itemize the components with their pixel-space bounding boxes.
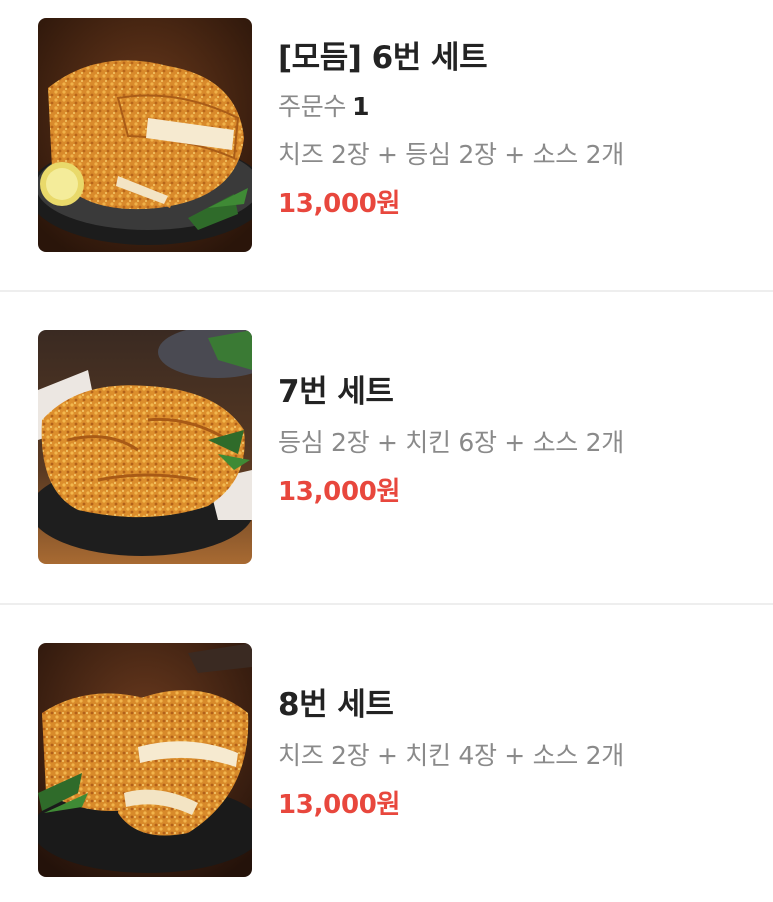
menu-item-image bbox=[38, 643, 252, 877]
order-count-value: 1 bbox=[352, 92, 370, 121]
menu-item-title: 8번 세트 bbox=[278, 687, 394, 723]
fried-cutlet-image bbox=[38, 330, 252, 564]
menu-item-image bbox=[38, 330, 252, 564]
menu-item-info: 8번 세트 치즈 2장 + 치킨 4장 + 소스 2개 13,000원 bbox=[278, 685, 761, 823]
fried-cutlet-image bbox=[38, 643, 252, 877]
menu-item-set-7[interactable]: 7번 세트 등심 2장 + 치킨 6장 + 소스 2개 13,000원 bbox=[0, 292, 773, 603]
menu-item-description: 치즈 2장 + 치킨 4장 + 소스 2개 bbox=[278, 741, 624, 770]
menu-item-image bbox=[38, 18, 252, 252]
menu-item-description: 치즈 2장 + 등심 2장 + 소스 2개 bbox=[278, 140, 624, 169]
menu-item-set-8[interactable]: 8번 세트 치즈 2장 + 치킨 4장 + 소스 2개 13,000원 bbox=[0, 605, 773, 902]
fried-cutlet-image bbox=[38, 18, 252, 252]
menu-list: [모듬] 6번 세트 주문수 1 치즈 2장 + 등심 2장 + 소스 2개 13… bbox=[0, 0, 773, 902]
order-count-label: 주문수 bbox=[278, 92, 347, 121]
menu-item-info: 7번 세트 등심 2장 + 치킨 6장 + 소스 2개 13,000원 bbox=[278, 372, 761, 510]
menu-item-price: 13,000원 bbox=[278, 477, 401, 507]
order-count-row: 주문수 1 bbox=[278, 90, 761, 124]
menu-item-price: 13,000원 bbox=[278, 790, 401, 820]
menu-item-price: 13,000원 bbox=[278, 189, 401, 219]
menu-item-title: [모듬] 6번 세트 bbox=[278, 40, 488, 76]
menu-item-info: [모듬] 6번 세트 주문수 1 치즈 2장 + 등심 2장 + 소스 2개 13… bbox=[278, 38, 761, 222]
menu-item-title: 7번 세트 bbox=[278, 374, 394, 410]
menu-item-description: 등심 2장 + 치킨 6장 + 소스 2개 bbox=[278, 428, 624, 457]
menu-item-set-6[interactable]: [모듬] 6번 세트 주문수 1 치즈 2장 + 등심 2장 + 소스 2개 13… bbox=[0, 0, 773, 290]
